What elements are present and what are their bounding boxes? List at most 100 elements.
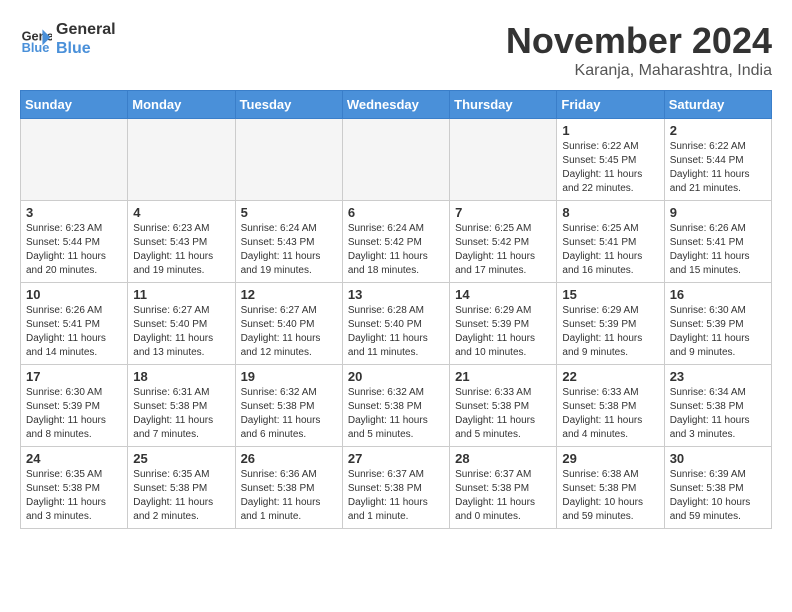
calendar-cell: 12 Sunrise: 6:27 AM Sunset: 5:40 PM Dayli… <box>235 283 342 365</box>
cell-info: Sunrise: 6:28 AM Sunset: 5:40 PM Dayligh… <box>348 304 444 360</box>
logo: General Blue General Blue <box>20 20 116 58</box>
cell-info: Sunrise: 6:30 AM Sunset: 5:39 PM Dayligh… <box>670 304 766 360</box>
calendar-cell: 16 Sunrise: 6:30 AM Sunset: 5:39 PM Dayli… <box>664 283 771 365</box>
calendar-week-2: 3Sunrise: 6:23 AM Sunset: 5:44 PM Daylig… <box>21 201 772 283</box>
logo-line2: Blue <box>56 39 116 58</box>
cell-info: Sunrise: 6:35 AM Sunset: 5:38 PM Dayligh… <box>26 468 122 524</box>
calendar-cell: 18 Sunrise: 6:31 AM Sunset: 5:38 PM Dayli… <box>128 365 235 447</box>
cell-info: Sunrise: 6:33 AM Sunset: 5:38 PM Dayligh… <box>562 386 658 442</box>
calendar-cell <box>235 119 342 201</box>
cell-info: Sunrise: 6:30 AM Sunset: 5:39 PM Dayligh… <box>26 386 122 442</box>
day-number: 6 <box>348 205 444 220</box>
day-number: 5 <box>241 205 337 220</box>
cell-info: Sunrise: 6:39 AM Sunset: 5:38 PM Dayligh… <box>670 468 766 524</box>
cell-info: Sunrise: 6:23 AM Sunset: 5:43 PM Dayligh… <box>133 222 229 278</box>
calendar-cell: 8 Sunrise: 6:25 AM Sunset: 5:41 PM Daylig… <box>557 201 664 283</box>
day-header-friday: Friday <box>557 91 664 119</box>
calendar-cell <box>450 119 557 201</box>
cell-info: Sunrise: 6:25 AM Sunset: 5:42 PM Dayligh… <box>455 222 551 278</box>
cell-info: Sunrise: 6:31 AM Sunset: 5:38 PM Dayligh… <box>133 386 229 442</box>
cell-info: Sunrise: 6:32 AM Sunset: 5:38 PM Dayligh… <box>348 386 444 442</box>
calendar-cell <box>342 119 449 201</box>
calendar-cell: 5 Sunrise: 6:24 AM Sunset: 5:43 PM Daylig… <box>235 201 342 283</box>
calendar-cell: 7Sunrise: 6:25 AM Sunset: 5:42 PM Daylig… <box>450 201 557 283</box>
cell-info: Sunrise: 6:36 AM Sunset: 5:38 PM Dayligh… <box>241 468 337 524</box>
cell-info: Sunrise: 6:29 AM Sunset: 5:39 PM Dayligh… <box>562 304 658 360</box>
day-number: 30 <box>670 451 766 466</box>
day-number: 22 <box>562 369 658 384</box>
calendar-table: SundayMondayTuesdayWednesdayThursdayFrid… <box>20 90 772 529</box>
calendar-week-3: 10 Sunrise: 6:26 AM Sunset: 5:41 PM Dayli… <box>21 283 772 365</box>
day-number: 21 <box>455 369 551 384</box>
day-number: 9 <box>670 205 766 220</box>
day-number: 4 <box>133 205 229 220</box>
calendar-cell: 3Sunrise: 6:23 AM Sunset: 5:44 PM Daylig… <box>21 201 128 283</box>
day-header-tuesday: Tuesday <box>235 91 342 119</box>
cell-info: Sunrise: 6:38 AM Sunset: 5:38 PM Dayligh… <box>562 468 658 524</box>
calendar-cell: 17Sunrise: 6:30 AM Sunset: 5:39 PM Dayli… <box>21 365 128 447</box>
cell-info: Sunrise: 6:25 AM Sunset: 5:41 PM Dayligh… <box>562 222 658 278</box>
day-header-monday: Monday <box>128 91 235 119</box>
calendar-week-5: 24 Sunrise: 6:35 AM Sunset: 5:38 PM Dayli… <box>21 447 772 529</box>
day-number: 19 <box>241 369 337 384</box>
calendar-cell: 19 Sunrise: 6:32 AM Sunset: 5:38 PM Dayli… <box>235 365 342 447</box>
cell-info: Sunrise: 6:37 AM Sunset: 5:38 PM Dayligh… <box>348 468 444 524</box>
calendar-header-row: SundayMondayTuesdayWednesdayThursdayFrid… <box>21 91 772 119</box>
day-number: 11 <box>133 287 229 302</box>
cell-info: Sunrise: 6:35 AM Sunset: 5:38 PM Dayligh… <box>133 468 229 524</box>
logo-icon: General Blue <box>20 23 52 55</box>
cell-info: Sunrise: 6:24 AM Sunset: 5:43 PM Dayligh… <box>241 222 337 278</box>
calendar-week-1: 1Sunrise: 6:22 AM Sunset: 5:45 PM Daylig… <box>21 119 772 201</box>
day-number: 13 <box>348 287 444 302</box>
day-number: 1 <box>562 123 658 138</box>
calendar-cell: 6 Sunrise: 6:24 AM Sunset: 5:42 PM Daylig… <box>342 201 449 283</box>
calendar-cell: 22 Sunrise: 6:33 AM Sunset: 5:38 PM Dayli… <box>557 365 664 447</box>
calendar-cell: 29 Sunrise: 6:38 AM Sunset: 5:38 PM Dayli… <box>557 447 664 529</box>
logo-line1: General <box>56 20 116 39</box>
cell-info: Sunrise: 6:22 AM Sunset: 5:44 PM Dayligh… <box>670 140 766 196</box>
page-header: General Blue General Blue November 2024 … <box>20 20 772 80</box>
day-number: 26 <box>241 451 337 466</box>
day-number: 27 <box>348 451 444 466</box>
day-number: 8 <box>562 205 658 220</box>
cell-info: Sunrise: 6:24 AM Sunset: 5:42 PM Dayligh… <box>348 222 444 278</box>
day-header-wednesday: Wednesday <box>342 91 449 119</box>
calendar-cell: 14 Sunrise: 6:29 AM Sunset: 5:39 PM Dayli… <box>450 283 557 365</box>
calendar-cell: 11Sunrise: 6:27 AM Sunset: 5:40 PM Dayli… <box>128 283 235 365</box>
day-header-thursday: Thursday <box>450 91 557 119</box>
cell-info: Sunrise: 6:29 AM Sunset: 5:39 PM Dayligh… <box>455 304 551 360</box>
day-number: 29 <box>562 451 658 466</box>
calendar-cell: 28 Sunrise: 6:37 AM Sunset: 5:38 PM Dayli… <box>450 447 557 529</box>
calendar-cell: 15 Sunrise: 6:29 AM Sunset: 5:39 PM Dayli… <box>557 283 664 365</box>
day-header-sunday: Sunday <box>21 91 128 119</box>
cell-info: Sunrise: 6:32 AM Sunset: 5:38 PM Dayligh… <box>241 386 337 442</box>
day-number: 15 <box>562 287 658 302</box>
calendar-cell: 26 Sunrise: 6:36 AM Sunset: 5:38 PM Dayli… <box>235 447 342 529</box>
day-number: 24 <box>26 451 122 466</box>
cell-info: Sunrise: 6:26 AM Sunset: 5:41 PM Dayligh… <box>26 304 122 360</box>
location-title: Karanja, Maharashtra, India <box>506 62 772 80</box>
cell-info: Sunrise: 6:26 AM Sunset: 5:41 PM Dayligh… <box>670 222 766 278</box>
day-number: 12 <box>241 287 337 302</box>
day-number: 3 <box>26 205 122 220</box>
calendar-cell: 23Sunrise: 6:34 AM Sunset: 5:38 PM Dayli… <box>664 365 771 447</box>
day-number: 10 <box>26 287 122 302</box>
day-number: 14 <box>455 287 551 302</box>
day-number: 25 <box>133 451 229 466</box>
month-title: November 2024 <box>506 20 772 62</box>
day-number: 16 <box>670 287 766 302</box>
calendar-cell: 27 Sunrise: 6:37 AM Sunset: 5:38 PM Dayli… <box>342 447 449 529</box>
calendar-cell <box>21 119 128 201</box>
day-number: 20 <box>348 369 444 384</box>
day-number: 28 <box>455 451 551 466</box>
calendar-cell: 9 Sunrise: 6:26 AM Sunset: 5:41 PM Daylig… <box>664 201 771 283</box>
cell-info: Sunrise: 6:27 AM Sunset: 5:40 PM Dayligh… <box>241 304 337 360</box>
calendar-cell: 24 Sunrise: 6:35 AM Sunset: 5:38 PM Dayli… <box>21 447 128 529</box>
calendar-cell: 21Sunrise: 6:33 AM Sunset: 5:38 PM Dayli… <box>450 365 557 447</box>
calendar-cell: 20 Sunrise: 6:32 AM Sunset: 5:38 PM Dayli… <box>342 365 449 447</box>
calendar-cell: 1Sunrise: 6:22 AM Sunset: 5:45 PM Daylig… <box>557 119 664 201</box>
title-block: November 2024 Karanja, Maharashtra, Indi… <box>506 20 772 80</box>
cell-info: Sunrise: 6:37 AM Sunset: 5:38 PM Dayligh… <box>455 468 551 524</box>
calendar-week-4: 17Sunrise: 6:30 AM Sunset: 5:39 PM Dayli… <box>21 365 772 447</box>
day-number: 18 <box>133 369 229 384</box>
